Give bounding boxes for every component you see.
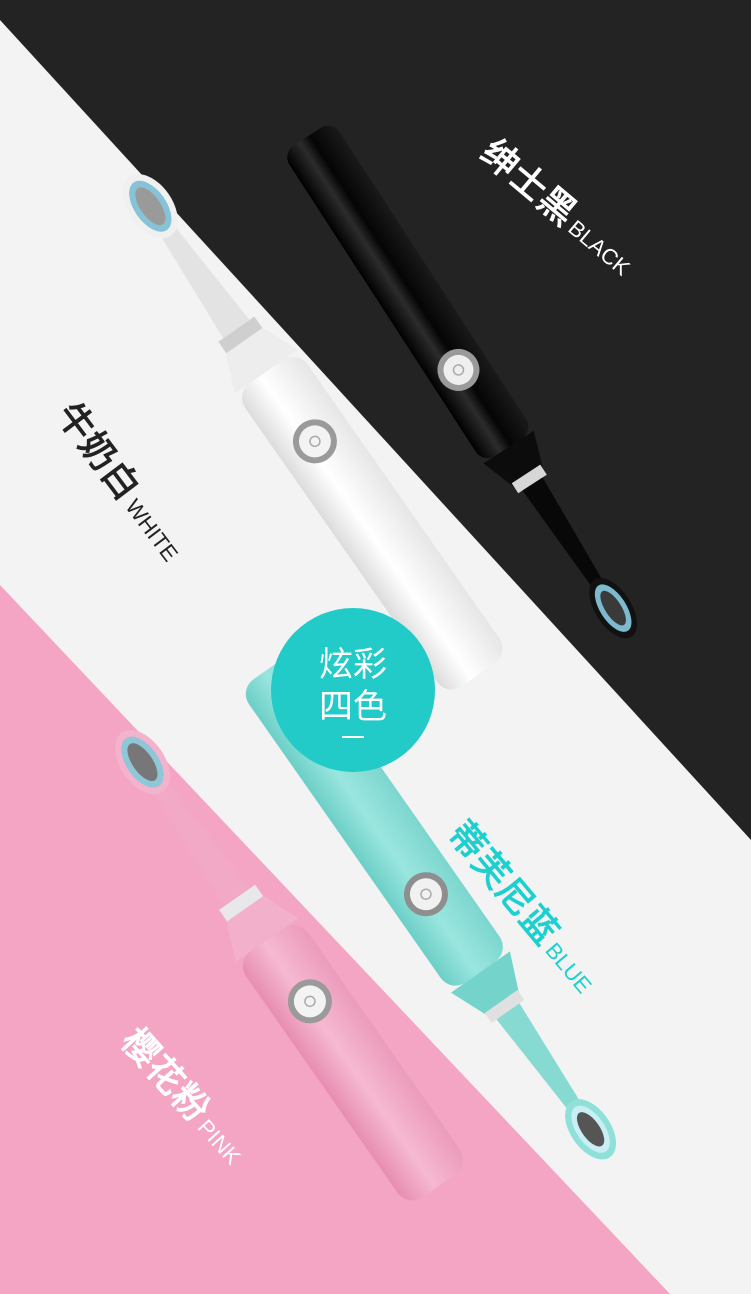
badge-line-2: 四色 <box>319 687 387 727</box>
product-banner: 绅士黑BLACK 牛奶白WHITE 蒂芙尼蓝BLUE 樱花粉PINK 炫彩 四色 <box>0 0 751 1294</box>
four-colors-badge: 炫彩 四色 <box>271 608 435 772</box>
badge-line-1: 炫彩 <box>319 645 387 685</box>
badge-divider <box>342 736 364 738</box>
